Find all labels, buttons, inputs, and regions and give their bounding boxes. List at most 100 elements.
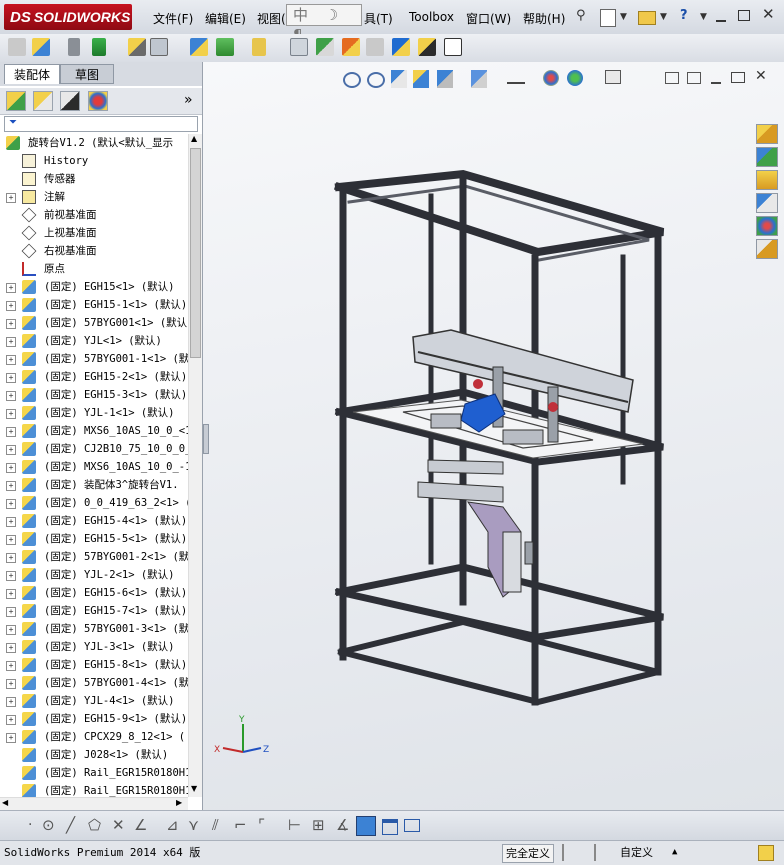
tree-row[interactable]: + (固定) 装配体3^旋转台V1. bbox=[0, 476, 188, 494]
expand-toggle-icon[interactable]: + bbox=[6, 535, 16, 545]
tree-row[interactable]: (固定) Rail_EGR15R0180H1 bbox=[0, 782, 188, 797]
expand-toggle-icon[interactable]: + bbox=[6, 733, 16, 743]
expand-toggle-icon[interactable]: + bbox=[6, 283, 16, 293]
ime-toolbar[interactable]: 中 ☽ ¶ bbox=[286, 4, 362, 44]
mate-icon[interactable] bbox=[68, 38, 80, 56]
tab-assembly[interactable]: 装配体 bbox=[4, 64, 60, 84]
convert-entities-icon[interactable]: ⫽ bbox=[212, 816, 219, 834]
tree-horizontal-scrollbar[interactable]: ◀ ▶ bbox=[0, 797, 188, 810]
expand-toggle-icon[interactable]: + bbox=[6, 589, 16, 599]
units-dropdown-icon[interactable]: ▲ bbox=[672, 844, 677, 861]
minimize-icon[interactable] bbox=[716, 20, 726, 22]
assembly-model[interactable] bbox=[203, 62, 784, 810]
tree-filter[interactable]: ⏷ bbox=[4, 116, 198, 132]
expand-toggle-icon[interactable]: + bbox=[6, 463, 16, 473]
tree-row[interactable]: History bbox=[0, 152, 188, 170]
tree-row[interactable]: 传感器 bbox=[0, 170, 188, 188]
help-dropdown-icon[interactable]: ▼ bbox=[700, 12, 707, 22]
expand-more-icon[interactable]: » bbox=[184, 92, 193, 108]
tab-sketch[interactable]: 草图 bbox=[60, 64, 114, 84]
expand-toggle-icon[interactable]: + bbox=[6, 499, 16, 509]
tree-row[interactable]: + (固定) 57BYG001-4<1> (默 bbox=[0, 674, 188, 692]
open-folder-icon[interactable] bbox=[638, 11, 656, 25]
menu-view[interactable]: 视图( bbox=[257, 10, 286, 27]
expand-toggle-icon[interactable]: + bbox=[6, 661, 16, 671]
expand-toggle-icon[interactable]: + bbox=[6, 337, 16, 347]
smart-dimension-icon[interactable]: ⊢ bbox=[288, 816, 301, 834]
point-icon[interactable]: · bbox=[28, 817, 32, 833]
tree-row[interactable]: (固定) Rail_EGR15R0180H1 bbox=[0, 764, 188, 782]
graphics-area[interactable]: ✕ Y X Z bbox=[203, 62, 784, 810]
tree-row[interactable]: 上视基准面 bbox=[0, 224, 188, 242]
expand-toggle-icon[interactable]: + bbox=[6, 625, 16, 635]
circle-icon[interactable]: ⊙ bbox=[42, 816, 55, 834]
close-icon[interactable]: ✕ bbox=[762, 5, 775, 23]
reference-geometry-icon[interactable] bbox=[252, 38, 266, 56]
new-dropdown-icon[interactable]: ▼ bbox=[620, 12, 627, 22]
expand-toggle-icon[interactable]: + bbox=[6, 607, 16, 617]
angle-icon[interactable]: ∡ bbox=[336, 816, 349, 834]
expand-toggle-icon[interactable]: + bbox=[6, 679, 16, 689]
tree-row[interactable]: + (固定) MXS6_10AS_10_0_<1 bbox=[0, 422, 188, 440]
scroll-right-icon[interactable]: ▶ bbox=[176, 798, 182, 807]
centerline-icon[interactable]: ∠ bbox=[134, 816, 147, 834]
appearances-icon[interactable] bbox=[756, 216, 778, 236]
home-icon[interactable] bbox=[756, 124, 778, 144]
units-mode[interactable]: 自定义 bbox=[620, 844, 653, 861]
propertymanager-icon[interactable] bbox=[33, 91, 53, 111]
tree-row[interactable]: + (固定) CPCX29_8_12<1> ( bbox=[0, 728, 188, 746]
window-layout-icon[interactable] bbox=[382, 819, 398, 835]
clearance-verification-icon[interactable] bbox=[418, 38, 436, 56]
help-icon[interactable]: ? bbox=[680, 8, 688, 23]
sketch-fillet-icon[interactable]: ⌜ bbox=[258, 816, 265, 834]
menu-tools[interactable]: 具(T) bbox=[364, 10, 393, 27]
interference-detection-icon[interactable] bbox=[392, 38, 410, 56]
featuremanager-tree-icon[interactable] bbox=[6, 91, 26, 111]
tile-icon[interactable] bbox=[404, 819, 420, 832]
expand-toggle-icon[interactable]: + bbox=[6, 373, 16, 383]
polygon-icon[interactable]: ⬠ bbox=[88, 816, 101, 834]
corner-rectangle-icon[interactable]: ⌐ bbox=[234, 816, 247, 834]
exploded-view-icon[interactable] bbox=[342, 38, 360, 56]
file-explorer-icon[interactable] bbox=[756, 170, 778, 190]
tree-row[interactable]: 前视基准面 bbox=[0, 206, 188, 224]
offset-icon[interactable]: ⋎ bbox=[188, 816, 199, 834]
expand-toggle-icon[interactable]: + bbox=[6, 571, 16, 581]
expand-toggle-icon[interactable]: + bbox=[6, 427, 16, 437]
expand-toggle-icon[interactable]: + bbox=[6, 391, 16, 401]
expand-toggle-icon[interactable]: + bbox=[6, 643, 16, 653]
grid-icon[interactable]: ⊞ bbox=[312, 816, 325, 834]
bill-of-materials-icon[interactable] bbox=[316, 38, 334, 56]
menu-edit[interactable]: 编辑(E) bbox=[205, 10, 246, 27]
line-icon[interactable]: ╱ bbox=[66, 816, 75, 834]
scroll-up-icon[interactable]: ▲ bbox=[191, 134, 197, 143]
custom-properties-icon[interactable] bbox=[756, 239, 778, 259]
design-library-icon[interactable] bbox=[756, 147, 778, 167]
expand-toggle-icon[interactable]: + bbox=[6, 715, 16, 725]
displaymanager-icon[interactable] bbox=[88, 91, 108, 111]
tree-row[interactable]: 右视基准面 bbox=[0, 242, 188, 260]
expand-toggle-icon[interactable]: + bbox=[6, 517, 16, 527]
tree-row[interactable]: + (固定) YJL-3<1> (默认) bbox=[0, 638, 188, 656]
view-palette-icon[interactable] bbox=[756, 193, 778, 213]
tree-row[interactable]: (固定) J028<1> (默认) bbox=[0, 746, 188, 764]
assembly-features-icon[interactable] bbox=[216, 38, 234, 56]
menu-toolbox[interactable]: Toolbox bbox=[409, 10, 454, 24]
tree-row[interactable]: 旋转台V1.2 (默认<默认_显示 bbox=[0, 134, 188, 152]
scroll-down-icon[interactable]: ▼ bbox=[191, 784, 197, 793]
tree-row[interactable]: + (固定) EGH15-1<1> (默认) bbox=[0, 296, 188, 314]
tree-row[interactable]: + (固定) YJL-2<1> (默认) bbox=[0, 566, 188, 584]
menu-file[interactable]: 文件(F) bbox=[153, 10, 193, 27]
expand-toggle-icon[interactable]: + bbox=[6, 481, 16, 491]
tree-row[interactable]: + (固定) YJL<1> (默认) bbox=[0, 332, 188, 350]
tree-row[interactable]: + (固定) MXS6_10AS_10_0_-1 bbox=[0, 458, 188, 476]
tree-row[interactable]: + (固定) EGH15-6<1> (默认) bbox=[0, 584, 188, 602]
show-hidden-icon[interactable] bbox=[190, 38, 208, 56]
move-component-icon[interactable] bbox=[150, 38, 168, 56]
expand-toggle-icon[interactable]: + bbox=[6, 319, 16, 329]
tree-row[interactable]: + (固定) 57BYG001-1<1> (默 bbox=[0, 350, 188, 368]
menu-help[interactable]: 帮助(H) bbox=[523, 10, 565, 27]
restore-icon[interactable] bbox=[738, 10, 750, 21]
linear-pattern-icon[interactable] bbox=[92, 38, 106, 56]
tree-row[interactable]: + (固定) EGH15-8<1> (默认) bbox=[0, 656, 188, 674]
